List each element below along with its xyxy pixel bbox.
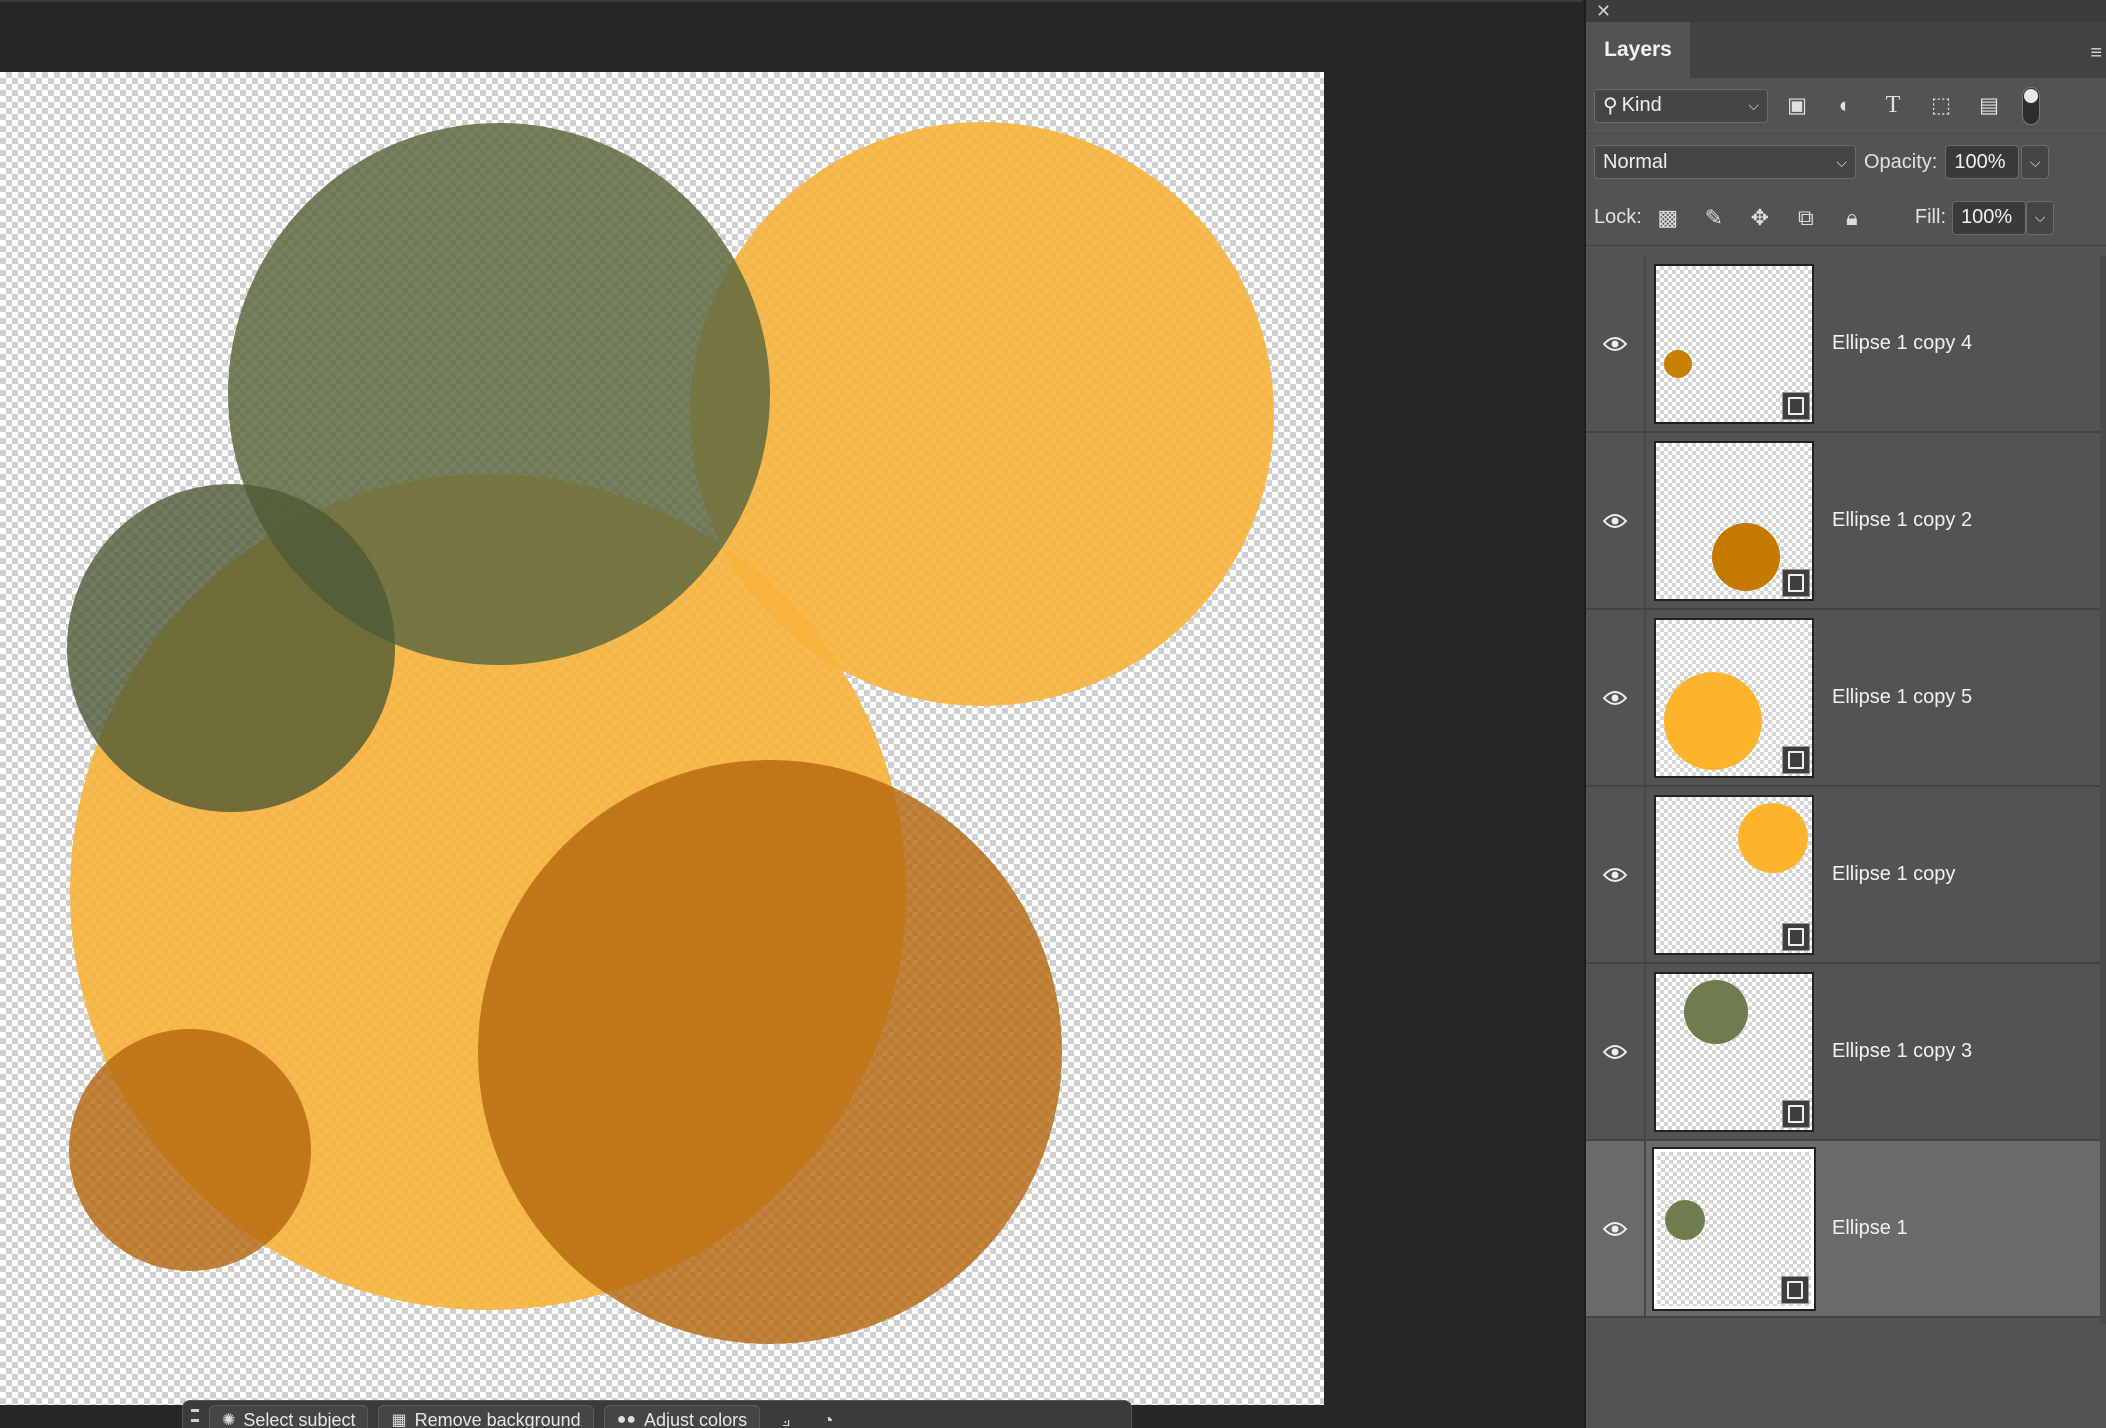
photoshop-window: ✺ Select subject ▦ Remove background ●● … [0,0,2106,1428]
layer-name[interactable]: Ellipse 1 copy 3 [1832,1040,1972,1063]
smart-object-icon [1782,391,1810,420]
chevron-down-icon: ⌵ [1836,153,1847,170]
select-subject-icon: ✺ [222,1412,236,1428]
layer-name[interactable]: Ellipse 1 [1832,1217,1908,1240]
filter-toggle[interactable] [2022,86,2040,125]
layer-thumbnail [1654,971,1814,1132]
thumbnail-shape [1712,522,1780,591]
layer-thumbnail [1654,617,1814,778]
filter-kind-select[interactable]: ⚲ Kind ⌵ [1594,88,1768,123]
visibility-eye-icon[interactable] [1586,964,1646,1139]
select-subject-button[interactable]: ✺ Select subject [209,1405,369,1428]
transform-icon[interactable]: ⟓ [770,1405,802,1428]
layer-list: Ellipse 1 copy 4 Ellipse 1 copy 2 Ellips… [1586,256,2106,1318]
opacity-input[interactable]: 100% [1945,145,2020,179]
tab-layers[interactable]: Layers [1586,22,1690,78]
layer-name[interactable]: Ellipse 1 copy 5 [1832,686,1972,709]
opacity-chevron-icon[interactable]: ⌵ [2021,145,2050,179]
thumbnail-shape [1684,979,1748,1044]
visibility-eye-icon[interactable] [1586,433,1646,608]
layer-thumbnail [1654,263,1814,424]
layer-name[interactable]: Ellipse 1 copy [1832,863,1955,886]
filter-adjustment-icon[interactable]: ◐ [1826,89,1864,123]
filter-smart-object-icon[interactable]: ▤ [1970,89,2008,123]
layer-list-scrollbar[interactable] [2100,256,2106,1324]
layer-filter-bar: ⚲ Kind ⌵ ▣ ◐ T ⬚ ▤ [1586,78,2106,134]
layer-name[interactable]: Ellipse 1 copy 4 [1832,332,1972,355]
remove-background-button[interactable]: ▦ Remove background [378,1405,594,1428]
smart-object-icon [1782,922,1810,951]
visibility-eye-icon[interactable] [1586,1141,1646,1316]
filter-shape-icon[interactable]: ⬚ [1922,89,1960,123]
visibility-eye-icon[interactable] [1586,787,1646,962]
smart-object-icon [1782,745,1810,774]
filter-type-icon[interactable]: T [1874,89,1912,123]
thumbnail-shape [1664,671,1762,770]
ellipse-bottom-right-dark-orange[interactable] [478,760,1062,1344]
blend-mode-select[interactable]: Normal ⌵ [1594,145,1856,179]
layer-row-selected[interactable]: Ellipse 1 [1586,1141,2106,1318]
taskbar-grip-icon[interactable] [191,1409,199,1428]
chevron-down-icon: ⌵ [1748,97,1759,113]
lock-image-pixels-icon[interactable]: ✎ [1694,201,1734,235]
remove-background-icon: ▦ [391,1412,407,1428]
layer-name[interactable]: Ellipse 1 copy 2 [1832,509,1972,532]
adjust-colors-icon: ●● [616,1411,637,1428]
contextual-task-bar: ✺ Select subject ▦ Remove background ●● … [182,1400,1132,1428]
search-icon: ⚲ [1603,95,1618,117]
layer-thumbnail [1654,440,1814,601]
ellipse-small-olive[interactable] [67,484,395,812]
fill-label: Fill: [1914,206,1946,228]
blend-mode-bar: Normal ⌵ Opacity: 100% ⌵ [1586,134,2106,190]
canvas-workspace: ✺ Select subject ▦ Remove background ●● … [0,0,1582,1428]
layer-row[interactable]: Ellipse 1 copy 4 [1586,256,2106,433]
layer-row[interactable]: Ellipse 1 copy 2 [1586,433,2106,610]
adjust-colors-button[interactable]: ●● Adjust colors [603,1405,761,1428]
panel-title-bar: ✕ [1586,0,2106,22]
thumbnail-shape [1738,802,1808,873]
document-canvas[interactable] [0,72,1324,1405]
lock-all-icon[interactable]: 🔒︎ [1832,201,1872,235]
fill-chevron-icon[interactable]: ⌵ [2026,200,2054,235]
visibility-eye-icon[interactable] [1586,610,1646,785]
smart-object-icon [1782,568,1810,597]
close-icon[interactable]: ✕ [1596,1,1611,22]
filter-pixel-icon[interactable]: ▣ [1778,89,1816,123]
panel-menu-icon[interactable]: ≡ [2090,42,2102,65]
layers-panel: ✕ Layers ≡ ⚲ Kind ⌵ ▣ ◐ T ⬚ ▤ Normal ⌵ O… [1584,0,2106,1428]
lock-artboard-icon[interactable]: ⧉ [1786,201,1826,235]
panel-tabs: Layers ≡ [1586,22,2106,78]
lock-position-icon[interactable]: ✥ [1740,201,1780,235]
layer-thumbnail [1652,1146,1816,1311]
fill-input[interactable]: 100% [1952,200,2026,235]
visibility-eye-icon[interactable] [1586,256,1646,431]
smart-object-icon [1782,1099,1810,1128]
layer-thumbnail [1654,794,1814,955]
artwork [67,122,1274,1344]
thumbnail-shape [1665,1199,1705,1240]
lock-label: Lock: [1594,206,1642,228]
layer-row[interactable]: Ellipse 1 copy 3 [1586,964,2106,1141]
lock-transparent-pixels-icon[interactable]: ▩ [1648,201,1688,235]
ellipse-top-right-orange[interactable] [690,122,1274,706]
smart-object-icon [1781,1275,1809,1304]
opacity-label: Opacity: [1864,150,1938,173]
lock-bar: Lock: ▩ ✎ ✥ ⧉ 🔒︎ Fill: 100% ⌵ [1586,190,2106,246]
thumbnail-shape [1664,349,1692,378]
more-options-icon[interactable]: ◔ [812,1405,844,1428]
layer-row[interactable]: Ellipse 1 copy [1586,787,2106,964]
ellipse-small-bottom-left[interactable] [69,1029,311,1271]
layer-row[interactable]: Ellipse 1 copy 5 [1586,610,2106,787]
